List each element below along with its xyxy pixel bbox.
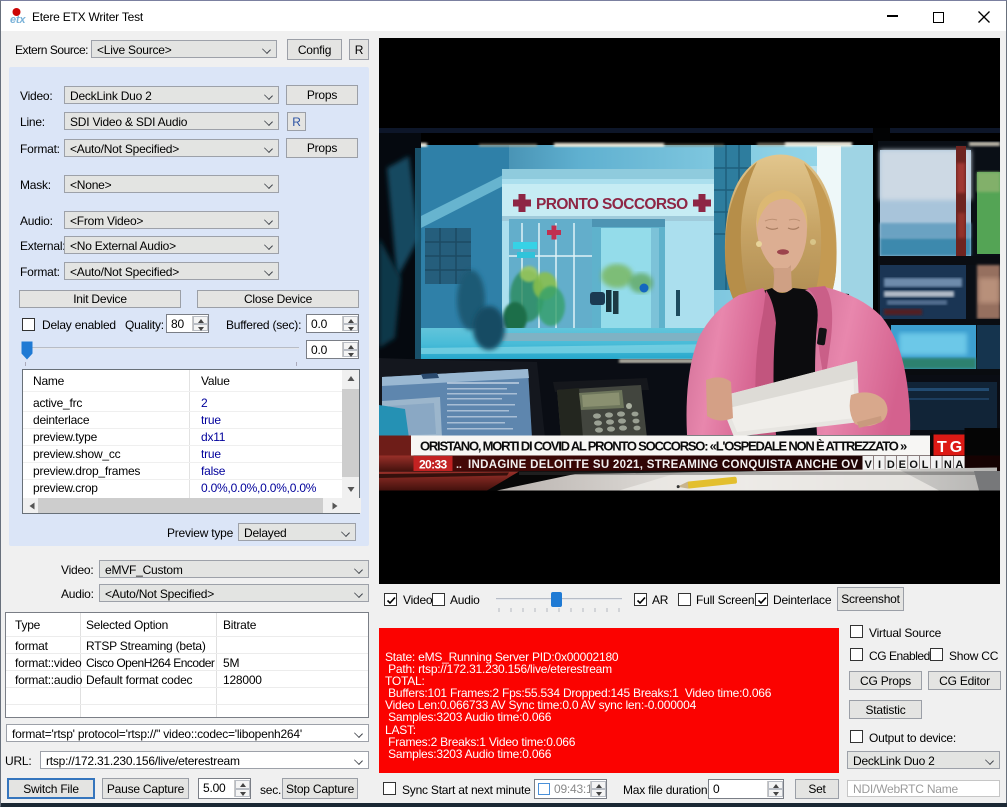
svg-text:V: V [864, 459, 872, 471]
svg-text:..: .. [456, 459, 462, 471]
svg-text:PRONTO SOCCORSO: PRONTO SOCCORSO [536, 196, 688, 213]
svg-text:INDAGINE DELOITTE SU 2021, STR: INDAGINE DELOITTE SU 2021, STREAMING CON… [468, 459, 859, 471]
svg-text:TG: TG [937, 439, 962, 456]
svg-text:ORISTANO, MORTI DI COVID AL PR: ORISTANO, MORTI DI COVID AL PRONTO SOCCO… [420, 439, 907, 454]
svg-text:etx: etx [10, 14, 26, 26]
svg-text:I: I [878, 459, 881, 471]
svg-text:20:33: 20:33 [419, 458, 448, 472]
